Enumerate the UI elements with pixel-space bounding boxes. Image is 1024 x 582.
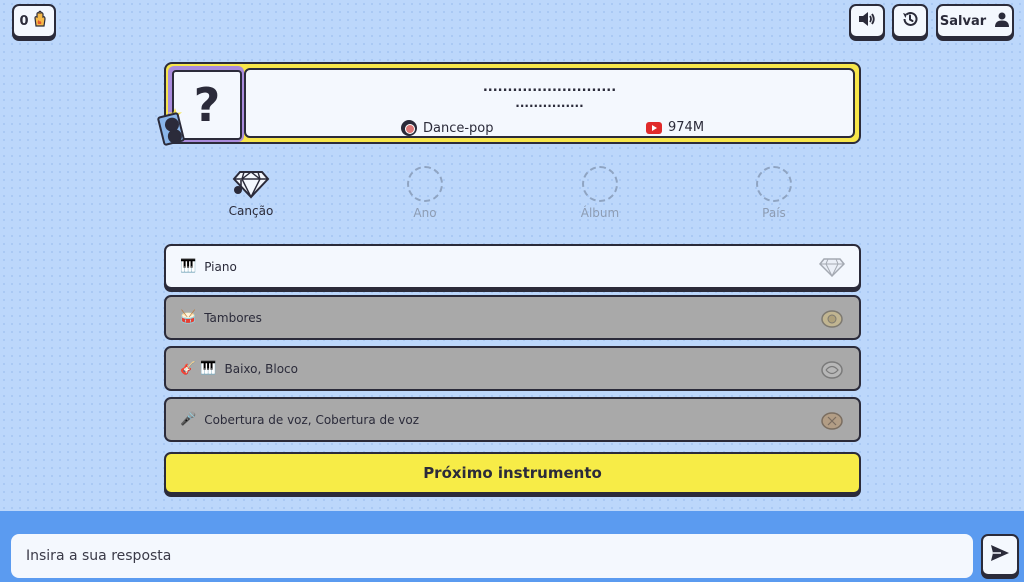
- save-label: Salvar: [939, 13, 987, 29]
- diamond-icon: [232, 166, 270, 200]
- vinyl-disc-icon: [401, 120, 417, 136]
- send-arrow-icon: [990, 544, 1010, 566]
- microphone-icon: 🎤: [180, 412, 197, 427]
- youtube-icon: [646, 121, 662, 134]
- next-instrument-button[interactable]: Próximo instrumento: [164, 452, 861, 494]
- instrument-label: Tambores: [204, 310, 262, 325]
- streak-counter[interactable]: 0: [12, 4, 56, 38]
- empty-slot-icon: [582, 166, 618, 202]
- gold-badge-icon: [819, 307, 845, 329]
- answer-input[interactable]: [11, 534, 973, 578]
- silver-badge-icon: [819, 358, 845, 380]
- song-title-hidden: ...........................: [482, 80, 617, 95]
- diamond-badge-icon: [818, 256, 846, 278]
- song-info: ........................... ............…: [244, 68, 855, 138]
- drum-icon: 🥁: [180, 310, 197, 325]
- instrument-row-baixo-bloco: 🎸 🎹 Baixo, Bloco: [164, 346, 861, 391]
- empty-slot-icon: [407, 166, 443, 202]
- save-button[interactable]: Salvar: [936, 4, 1014, 38]
- speaker-icon: [858, 11, 876, 31]
- fire-hand-icon: [31, 10, 49, 32]
- genre-info: Dance-pop: [401, 120, 494, 136]
- instrument-row-piano[interactable]: 🎹 Piano: [164, 244, 861, 289]
- sound-button[interactable]: [849, 4, 885, 38]
- song-artist-hidden: ...............: [515, 96, 584, 110]
- instrument-label: Cobertura de voz, Cobertura de voz: [204, 412, 420, 427]
- instrument-label: Piano: [204, 259, 237, 274]
- user-icon: [994, 11, 1010, 31]
- instrument-row-voz: 🎤 Cobertura de voz, Cobertura de voz: [164, 397, 861, 442]
- genre-label: Dance-pop: [423, 120, 494, 136]
- views-label: 974M: [668, 120, 705, 135]
- category-pais: País: [734, 166, 814, 220]
- streak-count: 0: [19, 13, 29, 29]
- bronze-badge-icon: [819, 409, 845, 431]
- instrument-row-tambores: 🥁 Tambores: [164, 295, 861, 340]
- piano-icon: 🎹: [180, 259, 197, 274]
- history-icon: [901, 10, 919, 32]
- send-button[interactable]: [981, 534, 1019, 576]
- song-card: ? ........................... ..........…: [156, 62, 861, 147]
- category-album: Álbum: [560, 166, 640, 220]
- answer-bar: [0, 511, 1024, 582]
- history-button[interactable]: [892, 4, 928, 38]
- category-ano: Ano: [385, 166, 465, 220]
- category-label: Canção: [228, 204, 274, 218]
- instrument-label: Baixo, Bloco: [224, 361, 298, 376]
- guitar-piano-icon: 🎸 🎹: [180, 361, 217, 376]
- views-info: 974M: [646, 120, 704, 135]
- empty-slot-icon: [756, 166, 792, 202]
- category-label: País: [762, 206, 786, 220]
- category-label: Álbum: [580, 206, 620, 220]
- category-cancao: Canção: [211, 166, 291, 218]
- category-label: Ano: [413, 206, 437, 220]
